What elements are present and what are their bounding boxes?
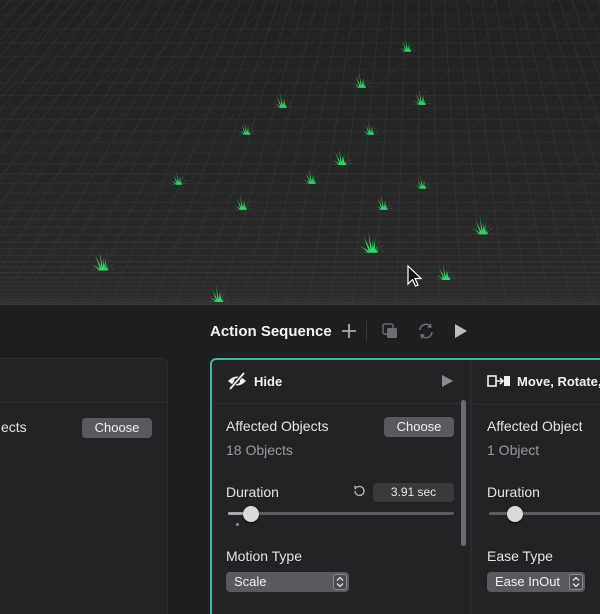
card-play-icon[interactable] — [439, 373, 455, 389]
grass-tuft — [411, 88, 432, 105]
scene-viewport[interactable] — [0, 0, 600, 305]
previous-card-header — [0, 359, 167, 403]
grass-tuft — [207, 284, 230, 302]
duration-slider-track[interactable] — [228, 512, 454, 515]
slider-tick — [236, 523, 239, 526]
repeat-icon[interactable] — [416, 321, 436, 341]
affected-objects-label: Affected Objects — [226, 418, 329, 434]
reset-icon[interactable] — [352, 484, 366, 498]
move-duration-label: Duration — [487, 484, 540, 500]
grass-tuft — [361, 120, 380, 135]
grass-tuft — [88, 248, 117, 271]
duplicate-icon[interactable] — [380, 321, 400, 341]
move-duration-track[interactable] — [489, 512, 600, 515]
grass-objects — [88, 37, 496, 302]
action-panel: Action Sequence ects Choose Hide Affecte… — [0, 305, 600, 614]
grass-tuft — [413, 174, 432, 189]
grass-tuft — [169, 170, 188, 185]
ease-select-stepper-icon — [569, 574, 583, 590]
play-icon[interactable] — [450, 321, 470, 341]
duration-label: Duration — [226, 484, 279, 500]
move-header-divider — [473, 404, 600, 405]
move-card-title: Move, Rotate, — [517, 374, 600, 389]
grass-tuft — [434, 262, 457, 280]
grass-tuft — [330, 147, 353, 165]
grass-tuft — [356, 229, 387, 253]
card-divider — [470, 360, 472, 614]
grass-tuft — [351, 71, 372, 88]
choose-objects-button[interactable]: Choose — [384, 417, 454, 437]
grass-tuft — [301, 167, 322, 184]
motion-type-label: Motion Type — [226, 548, 303, 564]
action-sequence-title: Action Sequence — [210, 323, 332, 340]
affected-objects-count: 18 Objects — [226, 442, 293, 458]
grass-tuft — [272, 91, 293, 108]
choose-button[interactable]: Choose — [82, 418, 152, 438]
grass-tuft — [373, 193, 394, 210]
select-stepper-icon — [333, 574, 347, 590]
grass-tuft — [237, 120, 256, 135]
grass-tuft — [398, 37, 417, 52]
ease-type-select[interactable]: Ease InOut — [487, 572, 585, 592]
eye-slash-icon — [228, 371, 246, 391]
hide-action-card[interactable]: Hide Affected Objects Choose 18 Objects … — [210, 358, 600, 614]
ease-type-label: Ease Type — [487, 548, 553, 564]
affected-object-count: 1 Object — [487, 442, 540, 458]
hide-card-title: Hide — [254, 374, 283, 389]
motion-type-select[interactable]: Scale — [226, 572, 349, 592]
move-to-icon — [487, 375, 510, 387]
motion-type-value: Scale — [234, 574, 267, 589]
mouse-cursor — [407, 264, 423, 287]
duration-slider-thumb[interactable] — [242, 506, 259, 522]
move-action-card[interactable]: Move, Rotate, Affected Object 1 Object D… — [473, 360, 600, 614]
grass-tuft — [232, 193, 253, 210]
plus-icon[interactable] — [339, 321, 359, 341]
previous-action-card[interactable]: ects Choose — [0, 358, 168, 614]
toolbar-separator — [366, 321, 367, 341]
ease-type-value: Ease InOut — [495, 574, 561, 589]
affected-object-label: Affected Object — [487, 418, 583, 434]
grass-tuft — [469, 214, 496, 235]
card-scrollbar[interactable] — [461, 400, 466, 546]
affected-objects-label-partial: ects — [1, 419, 27, 435]
move-duration-thumb[interactable] — [507, 506, 523, 522]
duration-value-field[interactable]: 3.91 sec — [373, 483, 454, 502]
